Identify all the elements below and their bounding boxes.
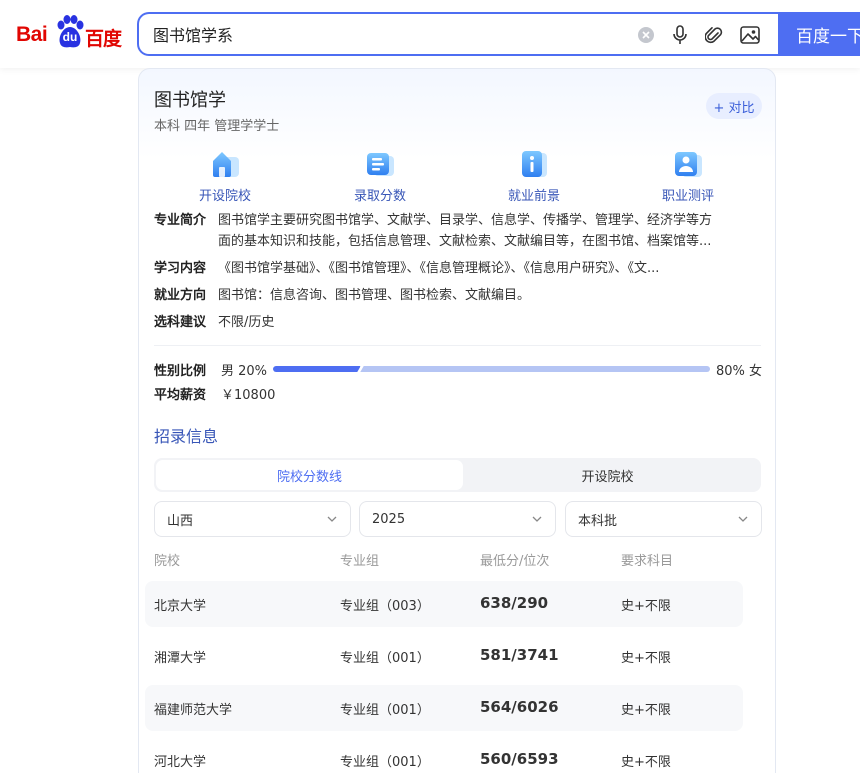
batch-select[interactable]: 本科批 xyxy=(565,501,762,537)
school-name[interactable]: 北京大学 xyxy=(154,595,206,614)
table-row[interactable]: 北京大学 专业组（003） 638/290 史+不限 xyxy=(145,581,743,627)
clear-icon[interactable] xyxy=(635,24,657,46)
year-select[interactable]: 2025 xyxy=(359,501,556,537)
female-ratio-text: 80% 女 xyxy=(716,364,763,379)
min-score-rank: 638/290 xyxy=(480,594,549,612)
school-icon xyxy=(213,152,239,177)
major-group: 专业组（001） xyxy=(340,651,430,666)
content-label: 学习内容 xyxy=(154,261,207,276)
table-row[interactable]: 福建师范大学 专业组（001） 564/6026 史+不限 xyxy=(145,685,743,731)
min-score-rank: 560/6593 xyxy=(480,750,559,768)
paperclip-icon[interactable] xyxy=(703,24,725,46)
year-select-value: 2025 xyxy=(372,511,406,527)
major-card: 图书馆学 本科 四年 管理学学士 + 对比 开设院校 录取分数 就业前景 职业测… xyxy=(138,68,776,773)
gender-ratio-label: 性别比例 xyxy=(154,364,207,379)
quick-link-label: 开设院校 xyxy=(198,189,251,204)
required-subjects: 史+不限 xyxy=(621,703,671,718)
baidu-logo[interactable]: Bai du 百度 xyxy=(16,15,122,51)
microphone-icon[interactable] xyxy=(669,24,691,46)
table-row[interactable]: 湘潭大学 专业组（001） 581/3741 史+不限 xyxy=(145,633,743,679)
salary-label: 平均薪资 xyxy=(154,388,207,403)
school-name[interactable]: 福建师范大学 xyxy=(154,699,232,718)
search-box xyxy=(137,12,797,56)
major-title[interactable]: 图书馆学 xyxy=(154,86,226,112)
quick-link-label: 就业前景 xyxy=(507,189,560,204)
min-score-rank: 581/3741 xyxy=(480,646,559,664)
logo-latin: Bai xyxy=(16,23,48,46)
image-search-icon[interactable] xyxy=(739,24,761,46)
subject-text: 不限/历史 xyxy=(218,315,275,330)
chevron-down-icon xyxy=(532,516,542,522)
male-ratio-text: 男 20% xyxy=(221,364,268,379)
required-subjects: 史+不限 xyxy=(621,755,671,770)
search-input[interactable] xyxy=(153,14,623,54)
divider xyxy=(154,345,761,346)
score-icon xyxy=(367,153,394,176)
school-name[interactable]: 河北大学 xyxy=(154,751,206,770)
major-subtitle: 本科 四年 管理学学士 xyxy=(154,119,280,134)
intro-label: 专业简介 xyxy=(154,213,207,228)
subject-row: 选科建议 不限/历史 xyxy=(154,312,761,333)
subject-label: 选科建议 xyxy=(154,315,207,330)
province-select-value: 山西 xyxy=(167,513,194,529)
intro-text-line1: 图书馆学主要研究图书馆学、文献学、目录学、信息学、传播学、管理学、经济学等方 xyxy=(218,213,713,228)
admission-section-title: 招录信息 xyxy=(154,427,219,446)
tab-open-schools[interactable]: 开设院校 xyxy=(454,460,761,490)
chevron-down-icon xyxy=(738,516,748,522)
column-header-group: 专业组 xyxy=(340,554,380,569)
table-row[interactable]: 河北大学 专业组（001） 560/6593 史+不限 xyxy=(145,737,743,773)
career-row: 就业方向 图书馆：信息咨询、图书管理、图书检索、文献编目。 xyxy=(154,285,761,306)
logo-chinese: 百度 xyxy=(85,28,122,50)
province-select[interactable]: 山西 xyxy=(154,501,351,537)
top-bar: Bai du 百度 百度一下 xyxy=(0,0,860,68)
major-group: 专业组（003） xyxy=(340,599,430,614)
major-group: 专业组（001） xyxy=(340,703,430,718)
column-header-subjects: 要求科目 xyxy=(621,554,674,569)
assessment-icon xyxy=(675,152,702,177)
intro-row: 专业简介 图书馆学主要研究图书馆学、文献学、目录学、信息学、传播学、管理学、经济… xyxy=(154,210,761,252)
column-header-score: 最低分/位次 xyxy=(480,554,550,569)
quick-link-label: 职业测评 xyxy=(661,189,714,204)
required-subjects: 史+不限 xyxy=(621,599,671,614)
gender-ratio-bar xyxy=(273,366,710,372)
career-icon xyxy=(522,151,547,177)
min-score-rank: 564/6026 xyxy=(480,698,559,716)
logo-badge: du xyxy=(62,30,78,44)
male-ratio-fill xyxy=(273,366,361,372)
compare-button[interactable]: + 对比 xyxy=(706,93,762,119)
major-group: 专业组（001） xyxy=(340,755,430,770)
required-subjects: 史+不限 xyxy=(621,651,671,666)
batch-select-value: 本科批 xyxy=(578,513,618,529)
quick-link-career[interactable]: 就业前景 xyxy=(484,147,584,204)
content-text[interactable]: 《图书馆学基础》、《图书馆管理》、《信息管理概论》、《信息用户研究》、《文... xyxy=(218,258,761,279)
search-button[interactable]: 百度一下 xyxy=(778,12,860,56)
quick-link-schools[interactable]: 开设院校 xyxy=(175,147,275,204)
content-row: 学习内容 《图书馆学基础》、《图书馆管理》、《信息管理概论》、《信息用户研究》、… xyxy=(154,258,761,279)
career-label: 就业方向 xyxy=(154,288,207,303)
tab-score-lines[interactable]: 院校分数线 xyxy=(156,460,463,490)
column-header-school: 院校 xyxy=(154,554,181,569)
intro-text-line2[interactable]: 面的基本知识和技能，包括信息管理、文献检索、文献编目等，在图书馆、档案馆等... xyxy=(218,231,761,252)
quick-link-label: 录取分数 xyxy=(353,189,406,204)
admission-tabs: 开设院校 院校分数线 xyxy=(154,458,761,492)
salary-value: ￥10800 xyxy=(221,388,276,403)
career-text: 图书馆：信息咨询、图书管理、图书检索、文献编目。 xyxy=(218,288,531,303)
quick-link-assessment[interactable]: 职业测评 xyxy=(638,147,738,204)
school-name[interactable]: 湘潭大学 xyxy=(154,647,206,666)
quick-link-scores[interactable]: 录取分数 xyxy=(330,147,430,204)
chevron-down-icon xyxy=(327,516,337,522)
